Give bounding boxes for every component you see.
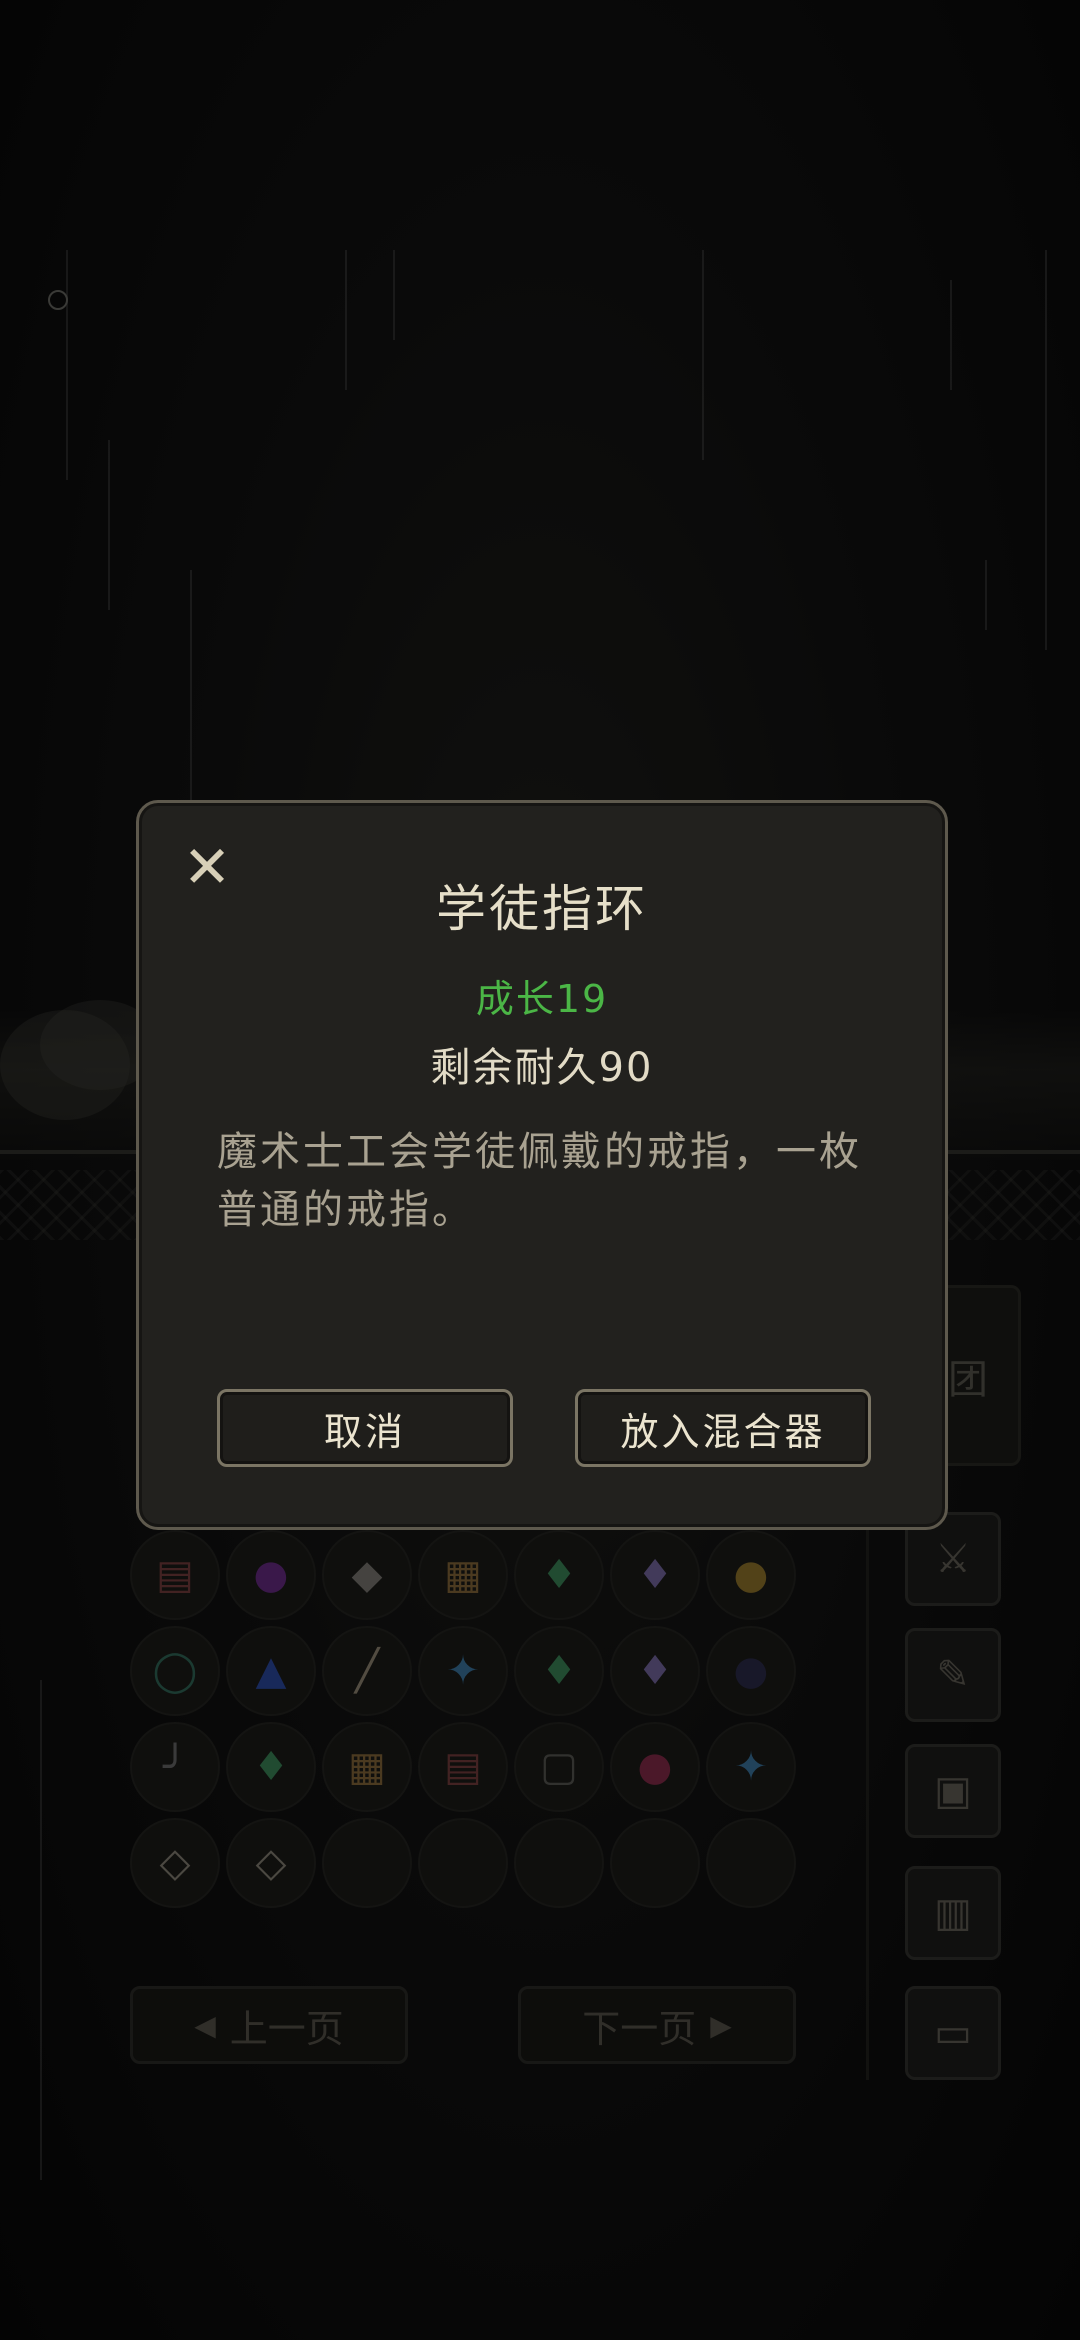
add-to-mixer-label: 放入混合器 <box>620 1409 826 1454</box>
item-description: 魔术士工会学徒佩戴的戒指，一枚普通的戒指。 <box>217 1129 862 1233</box>
item-detail-dialog: ✕ 学徒指环 成长19 剩余耐久90 魔术士工会学徒佩戴的戒指，一枚普通的戒指。… <box>136 800 948 1530</box>
game-screen: 团 ▤ ● ◆ ▦ ♦ ♦ ● ◯ ▲ ╱ ✦ ♦ ♦ ● ╯ ♦ ▦ ▤ ▢ ● ✦ ◇ ◇ ⚔ ✎ ▣ ▥ ▭ ◀ 上一页 下一… <box>0 0 1080 2340</box>
item-title: 学徒指环 <box>436 880 648 938</box>
cancel-button-label: 取消 <box>323 1409 406 1454</box>
item-durability: 剩余耐久90 <box>430 1045 654 1091</box>
item-growth: 成长19 <box>475 977 609 1021</box>
cancel-button[interactable]: 取消 <box>217 1389 513 1467</box>
add-to-mixer-button[interactable]: 放入混合器 <box>575 1389 871 1467</box>
